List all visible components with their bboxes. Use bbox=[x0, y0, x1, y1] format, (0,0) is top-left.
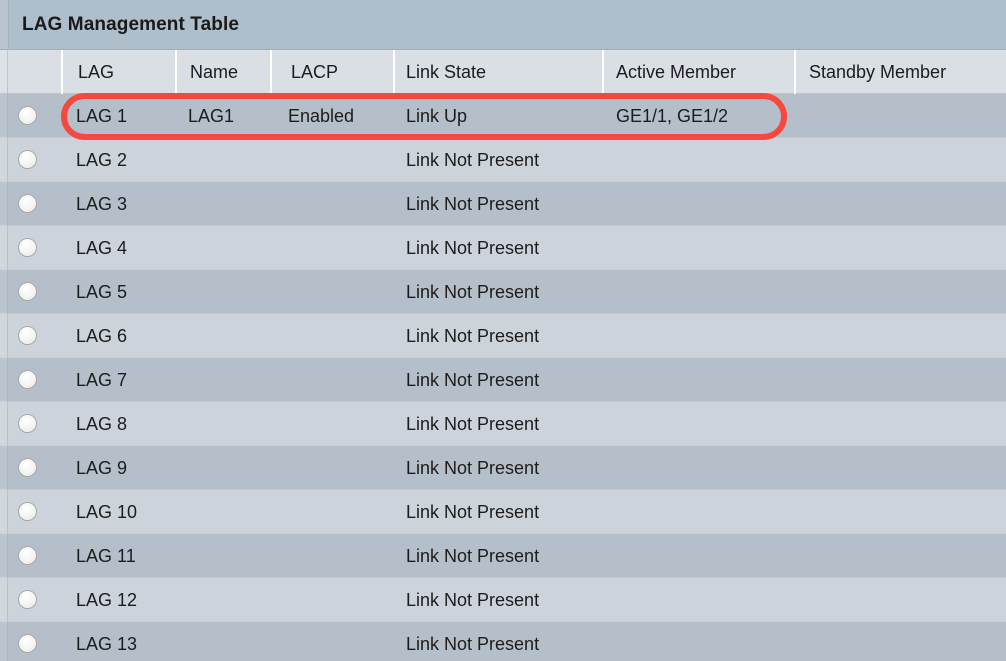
cell-lacp: Enabled bbox=[288, 106, 355, 126]
column-header-name[interactable]: Name bbox=[190, 50, 238, 94]
column-header-lacp[interactable]: LACP bbox=[291, 50, 338, 94]
cell-lag: LAG 13 bbox=[76, 634, 138, 654]
row-radio-button[interactable] bbox=[18, 634, 37, 653]
row-radio-button[interactable] bbox=[18, 590, 37, 609]
row-radio-button[interactable] bbox=[18, 106, 37, 125]
table-row[interactable]: LAG 10 Link Not Present bbox=[0, 490, 1006, 534]
header-divider-6 bbox=[794, 50, 796, 94]
table-row[interactable]: LAG 6 Link Not Present bbox=[0, 314, 1006, 358]
cell-link-state: Link Not Present bbox=[406, 238, 540, 258]
table-row[interactable]: LAG 5 Link Not Present bbox=[0, 270, 1006, 314]
cell-name: LAG1 bbox=[188, 106, 235, 126]
cell-link-state: Link Not Present bbox=[406, 150, 540, 170]
header-divider-5 bbox=[602, 50, 604, 94]
header-divider-2 bbox=[175, 50, 177, 94]
cell-lag: LAG 11 bbox=[76, 546, 136, 566]
column-header-link-state[interactable]: Link State bbox=[406, 50, 486, 94]
cell-lag: LAG 4 bbox=[76, 238, 128, 258]
column-header-standby-member[interactable]: Standby Member bbox=[809, 50, 946, 94]
cell-link-state: Link Not Present bbox=[406, 370, 540, 390]
cell-link-state: Link Not Present bbox=[406, 282, 540, 302]
table-row[interactable]: LAG 2 Link Not Present bbox=[0, 138, 1006, 182]
table-row[interactable]: LAG 7 Link Not Present bbox=[0, 358, 1006, 402]
lag-management-table: LAG Name LACP Link State Active Member S… bbox=[0, 50, 1006, 661]
column-header-lag[interactable]: LAG bbox=[78, 50, 114, 94]
row-radio-button[interactable] bbox=[18, 414, 37, 433]
table-row[interactable]: LAG 8 Link Not Present bbox=[0, 402, 1006, 446]
row-radio-button[interactable] bbox=[18, 370, 37, 389]
cell-lag: LAG 1 bbox=[76, 106, 128, 126]
table-row[interactable]: LAG 9 Link Not Present bbox=[0, 446, 1006, 490]
cell-link-state: Link Not Present bbox=[406, 546, 540, 566]
lag-management-panel: LAG Management Table LAG Name LACP Link … bbox=[0, 0, 1006, 661]
row-radio-button[interactable] bbox=[18, 150, 37, 169]
cell-link-state: Link Not Present bbox=[406, 326, 540, 346]
cell-lag: LAG 2 bbox=[76, 150, 128, 170]
cell-lag: LAG 7 bbox=[76, 370, 128, 390]
header-divider-3 bbox=[270, 50, 272, 94]
row-radio-button[interactable] bbox=[18, 282, 37, 301]
header-divider-4 bbox=[393, 50, 395, 94]
table-row[interactable]: LAG 12 Link Not Present bbox=[0, 578, 1006, 622]
cell-active-member: GE1/1, GE1/2 bbox=[616, 106, 729, 126]
panel-title-bar: LAG Management Table bbox=[0, 0, 1006, 50]
cell-lag: LAG 3 bbox=[76, 194, 128, 214]
row-radio-button[interactable] bbox=[18, 502, 37, 521]
cell-link-state: Link Up bbox=[406, 106, 468, 126]
header-divider-1 bbox=[61, 50, 63, 94]
row-radio-button[interactable] bbox=[18, 458, 37, 477]
cell-lag: LAG 12 bbox=[76, 590, 138, 610]
table-header-row: LAG Name LACP Link State Active Member S… bbox=[0, 50, 1006, 94]
row-radio-button[interactable] bbox=[18, 238, 37, 257]
page-title: LAG Management Table bbox=[22, 14, 240, 35]
row-radio-button[interactable] bbox=[18, 546, 37, 565]
table-row[interactable]: LAG 13 Link Not Present bbox=[0, 622, 1006, 661]
cell-lag: LAG 5 bbox=[76, 282, 128, 302]
table-row[interactable]: LAG 1 LAG1 Enabled Link Up GE1/1, GE1/2 bbox=[0, 94, 1006, 138]
table-body: LAG 1 LAG1 Enabled Link Up GE1/1, GE1/2 LAG 2… bbox=[0, 94, 1006, 661]
table-row[interactable]: LAG 11 Link Not Present bbox=[0, 534, 1006, 578]
title-bar-left-edge bbox=[0, 0, 9, 49]
cell-link-state: Link Not Present bbox=[406, 502, 540, 522]
cell-link-state: Link Not Present bbox=[406, 414, 540, 434]
table-row[interactable]: LAG 3 Link Not Present bbox=[0, 182, 1006, 226]
cell-link-state: Link Not Present bbox=[406, 194, 540, 214]
cell-lag: LAG 8 bbox=[76, 414, 128, 434]
row-radio-button[interactable] bbox=[18, 326, 37, 345]
cell-lag: LAG 10 bbox=[76, 502, 138, 522]
cell-link-state: Link Not Present bbox=[406, 590, 540, 610]
table-row[interactable]: LAG 4 Link Not Present bbox=[0, 226, 1006, 270]
cell-link-state: Link Not Present bbox=[406, 634, 540, 654]
row-radio-button[interactable] bbox=[18, 194, 37, 213]
cell-lag: LAG 6 bbox=[76, 326, 128, 346]
column-header-active-member[interactable]: Active Member bbox=[616, 50, 736, 94]
cell-lag: LAG 9 bbox=[76, 458, 128, 478]
cell-link-state: Link Not Present bbox=[406, 458, 540, 478]
